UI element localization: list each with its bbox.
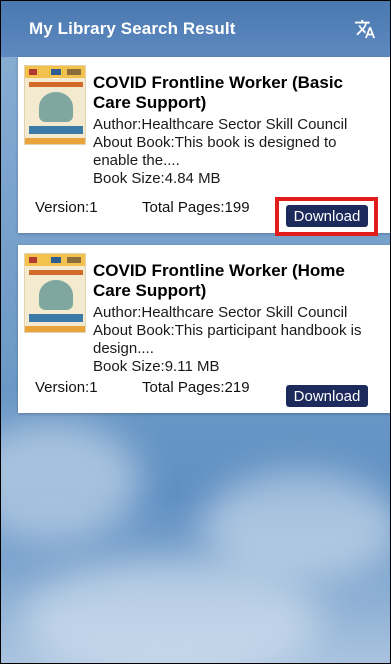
book-version: Version:1 (35, 198, 98, 216)
book-info: COVID Frontline Worker (Home Care Suppor… (93, 261, 384, 376)
book-cover-image (24, 65, 86, 145)
book-about: About Book:This participant handbook is … (93, 322, 362, 357)
book-title: COVID Frontline Worker (Basic Care Suppo… (93, 73, 344, 112)
translate-icon-glyph (354, 19, 376, 39)
cover-footer-band (25, 326, 85, 332)
cloud-decoration (201, 471, 390, 581)
book-title: COVID Frontline Worker (Home Care Suppor… (93, 261, 345, 300)
book-cover-image (24, 253, 86, 333)
book-author: Author:Healthcare Sector Skill Council (93, 116, 348, 133)
book-version: Version:1 (35, 378, 98, 396)
cover-logo (67, 257, 81, 263)
highlight-box (275, 197, 378, 236)
book-info: COVID Frontline Worker (Basic Care Suppo… (93, 73, 384, 188)
cover-illustration (39, 280, 73, 310)
cover-illustration (39, 92, 73, 122)
book-author: Author:Healthcare Sector Skill Council (93, 304, 348, 321)
book-total-pages: Total Pages:199 (142, 198, 250, 216)
book-size: Book Size:4.84 MB (93, 170, 221, 187)
book-card[interactable]: COVID Frontline Worker (Home Care Suppor… (18, 245, 390, 413)
book-size: Book Size:9.11 MB (93, 358, 220, 375)
download-button[interactable]: Download (286, 385, 368, 407)
phone-screen: My Library Search Result COVID Frontline… (0, 0, 391, 664)
cover-title-band (29, 270, 83, 275)
cover-subtitle-band (29, 126, 83, 134)
translate-icon[interactable] (352, 16, 378, 42)
book-about: About Book:This book is designed to enab… (93, 134, 337, 169)
cover-logo (29, 257, 37, 263)
cloud-decoration (1, 421, 141, 541)
cover-logo (67, 69, 81, 75)
book-total-pages: Total Pages:219 (142, 378, 250, 396)
cover-logo (51, 69, 61, 75)
cover-subtitle-band (29, 314, 83, 322)
cover-title-band (29, 82, 83, 87)
cover-logo (29, 69, 37, 75)
page-title: My Library Search Result (29, 19, 236, 38)
app-bar: My Library Search Result (1, 1, 390, 57)
cover-logo (51, 257, 61, 263)
cover-footer-band (25, 138, 85, 144)
